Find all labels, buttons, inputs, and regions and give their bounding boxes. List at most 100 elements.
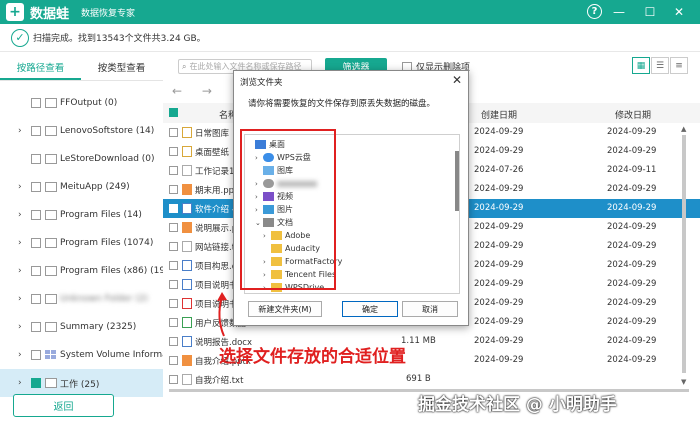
row-checkbox[interactable] [169,375,178,384]
row-checkbox[interactable] [169,280,178,289]
row-checkbox[interactable] [169,185,178,194]
forward-arrow-icon[interactable]: → [202,84,212,98]
row-checkbox[interactable] [169,299,178,308]
row-checkbox[interactable] [169,223,178,232]
row-checkbox[interactable] [169,204,178,213]
row-modified: 2024-09-29 [607,298,657,308]
doc-file-icon [182,260,192,271]
tree-item[interactable]: › System Volume Informati [0,341,163,369]
tree-item-label: LenovoSoftstore (14) [60,126,155,136]
tree-checkbox[interactable] [31,126,41,136]
folder-icon [45,98,57,108]
row-name: 项目构思.d [195,262,238,272]
new-folder-button[interactable]: 新建文件夹(M) [248,301,322,317]
tree-item[interactable]: › MeituApp (249) [0,173,163,201]
tree-checkbox[interactable] [31,210,41,220]
tree-item-label: LeStoreDownload (0) [60,154,155,164]
tree-item[interactable]: › Summary (2325) [0,313,163,341]
minimize-icon[interactable]: — [610,3,628,21]
vertical-scrollbar[interactable]: ▲ ▼ [680,123,688,386]
text-file-icon [182,165,192,176]
row-created: 2024-09-29 [474,336,524,346]
tree-checkbox[interactable] [31,350,41,360]
tree-item[interactable]: › Unknown Folder (2) [0,285,163,313]
tree-item-label: Program Files (14) [60,210,142,220]
folder-icon [45,378,57,388]
column-created[interactable]: 创建日期 [481,108,517,121]
tree-checkbox[interactable] [31,294,41,304]
tree-checkbox[interactable] [31,266,41,276]
pdf-file-icon [182,298,192,309]
select-all-checkbox[interactable] [169,108,178,117]
row-created: 2024-09-29 [474,298,524,308]
ppt-file-icon [182,222,192,233]
row-modified: 2024-09-29 [607,260,657,270]
divider [0,80,163,81]
row-created: 2024-09-29 [474,355,524,365]
row-checkbox[interactable] [169,261,178,270]
folder-icon [45,266,57,276]
row-name: 自我介绍.txt [195,376,244,386]
row-checkbox[interactable] [169,356,178,365]
dialog-close-icon[interactable]: ✕ [452,73,462,87]
chevron-right-icon[interactable]: › [18,322,22,332]
row-modified: 2024-09-29 [607,336,657,346]
chevron-right-icon[interactable]: › [18,350,22,360]
tab-by-path[interactable]: 按路径查看 [0,58,81,80]
row-created: 2024-09-29 [474,184,524,194]
app-name: 数据蛙 [30,6,70,22]
column-modified[interactable]: 修改日期 [615,108,651,121]
doc-file-icon [182,203,192,214]
tree-checkbox[interactable] [31,154,41,164]
tree-checkbox[interactable] [31,182,41,192]
chevron-right-icon[interactable]: › [18,238,22,248]
grid-view-icon[interactable]: ▦ [632,57,650,74]
tree-item[interactable]: › Program Files (x86) (1976 [0,257,163,285]
tree-item-label: System Volume Informati [60,350,163,360]
chevron-right-icon[interactable]: › [18,126,22,136]
help-icon[interactable]: ? [587,4,602,19]
tree-checkbox[interactable] [31,378,41,388]
close-icon[interactable]: ✕ [670,3,688,21]
row-modified: 2024-09-29 [607,355,657,365]
chevron-right-icon[interactable]: › [18,266,22,276]
tree-item[interactable]: › 工作 (25) [0,369,163,397]
cancel-button[interactable]: 取消 [402,301,458,317]
maximize-icon[interactable]: ☐ [641,3,659,21]
row-checkbox[interactable] [169,242,178,251]
spreadsheet-file-icon [182,317,192,328]
ok-button[interactable]: 确定 [342,301,398,317]
chevron-right-icon[interactable]: › [18,294,22,304]
dialog-scrollbar[interactable] [455,151,459,211]
tree-checkbox[interactable] [31,322,41,332]
tab-by-type[interactable]: 按类型查看 [81,58,162,80]
tree-item[interactable]: LeStoreDownload (0) [0,145,163,173]
row-modified: 2024-09-29 [607,241,657,251]
chevron-right-icon[interactable]: › [18,182,22,192]
row-created: 2024-09-29 [474,241,524,251]
row-modified: 2024-09-29 [607,203,657,213]
row-checkbox[interactable] [169,166,178,175]
tree-checkbox[interactable] [31,238,41,248]
ppt-file-icon [182,184,192,195]
chevron-right-icon[interactable]: › [18,210,22,220]
list-view-icon[interactable]: ☰ [651,57,669,74]
chevron-right-icon[interactable]: › [18,378,22,388]
tree-item[interactable]: › Program Files (14) [0,201,163,229]
row-checkbox[interactable] [169,147,178,156]
row-modified: 2024-09-29 [607,279,657,289]
tree-item[interactable]: › Program Files (1074) [0,229,163,257]
row-checkbox[interactable] [169,337,178,346]
row-checkbox[interactable] [169,128,178,137]
tree-checkbox[interactable] [31,98,41,108]
folder-icon [182,127,192,138]
row-modified: 2024-09-29 [607,146,657,156]
back-button[interactable]: 返回 [13,394,114,417]
back-arrow-icon[interactable]: ← [172,84,182,98]
row-checkbox[interactable] [169,318,178,327]
row-name: 说明展示.p [195,224,238,234]
tree-item[interactable]: › LenovoSoftstore (14) [0,117,163,145]
tree-item-label: 工作 (25) [60,379,100,390]
tree-item[interactable]: FFOutput (0) [0,89,163,117]
detail-view-icon[interactable]: ≡ [670,57,688,74]
